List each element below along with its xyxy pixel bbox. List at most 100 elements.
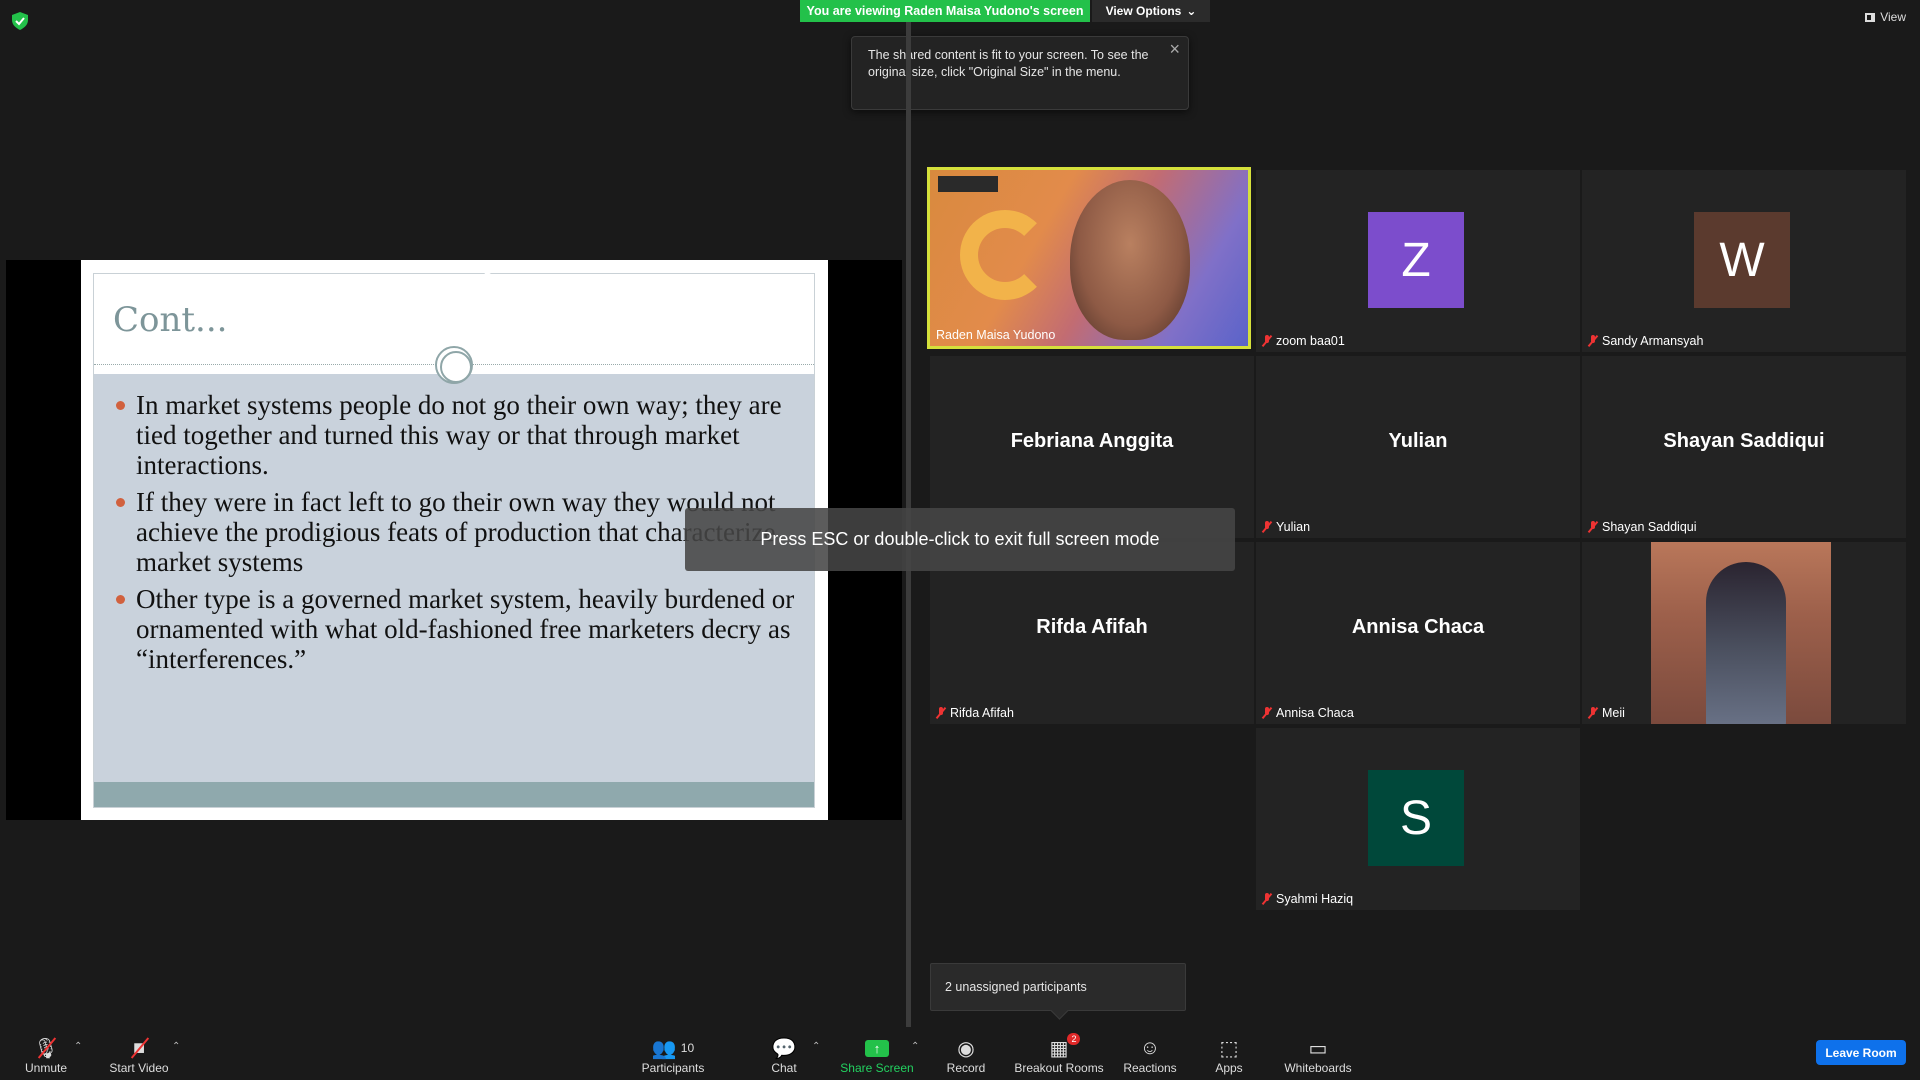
record-icon: ◉	[957, 1037, 975, 1060]
slide-footer-bar	[94, 782, 814, 807]
bullet-item: In market systems people do not go their…	[116, 390, 796, 480]
participant-name-label: Raden Maisa Yudono	[936, 328, 1055, 342]
share-screen-icon: ↑	[865, 1035, 889, 1061]
chat-label: Chat	[771, 1061, 797, 1075]
zoom-meeting-window: You are viewing Raden Maisa Yudono's scr…	[0, 0, 1920, 1080]
breakout-rooms-icon: ▦ 2	[1050, 1033, 1081, 1061]
breakout-badge: 2	[1067, 1033, 1081, 1045]
view-options-label: View Options	[1105, 4, 1182, 18]
share-screen-button[interactable]: ↑ Share Screen	[840, 1027, 914, 1080]
background-ring-graphic	[960, 210, 1050, 300]
mic-muted-icon	[1262, 707, 1272, 719]
whiteboards-button[interactable]: ▭ Whiteboards	[1282, 1027, 1354, 1080]
breakout-rooms-label: Breakout Rooms	[1014, 1061, 1104, 1075]
view-label: View	[1880, 10, 1906, 24]
share-screen-label: Share Screen	[840, 1061, 914, 1075]
participant-big-name: Febriana Anggita	[1010, 430, 1174, 452]
slide-circle-ornament	[435, 346, 473, 384]
video-camera-off-icon: ■	[133, 1035, 145, 1061]
mic-muted-icon	[1588, 707, 1598, 719]
record-label: Record	[946, 1061, 986, 1075]
mic-muted-icon	[1262, 893, 1272, 905]
participant-name-label: Rifda Afifah	[936, 706, 1014, 720]
slide-body: In market systems people do not go their…	[94, 374, 814, 782]
mic-muted-icon	[1262, 521, 1272, 533]
participant-name: Yulian	[1276, 520, 1311, 534]
participants-button[interactable]: 👥 10 Participants	[638, 1027, 708, 1080]
participant-name: Rifda Afifah	[950, 706, 1014, 720]
video-tile-shayan[interactable]: Shayan Saddiqui Shayan Saddiqui	[1582, 356, 1906, 538]
bullet-item: Other type is a governed market system, …	[116, 584, 796, 674]
logo-icon	[938, 176, 998, 192]
view-button[interactable]: View	[1865, 10, 1906, 24]
mic-muted-icon	[1588, 335, 1598, 347]
participant-name-label: Shayan Saddiqui	[1588, 520, 1697, 534]
participant-name: Sandy Armansyah	[1602, 334, 1704, 348]
participant-name-label: Yulian	[1262, 520, 1310, 534]
participant-name: Shayan Saddiqui	[1602, 520, 1697, 534]
share-banner: You are viewing Raden Maisa Yudono's scr…	[800, 0, 1090, 22]
video-tile-zoom-baa01[interactable]: Z zoom baa01	[1256, 170, 1580, 352]
video-tile-yulian[interactable]: Yulian Yulian	[1256, 356, 1580, 538]
apps-icon: ⬚	[1219, 1037, 1239, 1060]
security-shield-icon[interactable]	[12, 12, 28, 30]
participant-name-label: Sandy Armansyah	[1588, 334, 1703, 348]
start-video-button[interactable]: ■ Start Video	[104, 1027, 174, 1080]
participant-big-name: Shayan Saddiqui	[1663, 430, 1825, 452]
participant-big-name: Rifda Afifah	[1036, 616, 1148, 638]
participant-name: Annisa Chaca	[1276, 706, 1354, 720]
microphone-off-icon: 🎙	[33, 1035, 58, 1061]
reactions-button[interactable]: ☺ Reactions	[1123, 1027, 1177, 1080]
reactions-label: Reactions	[1123, 1061, 1177, 1075]
participant-face	[1070, 180, 1190, 340]
avatar: Z	[1368, 212, 1464, 308]
video-tile-syahmi[interactable]: S Syahmi Haziq	[1256, 728, 1580, 910]
chat-options-chevron-icon[interactable]: ⌃	[812, 1041, 820, 1052]
video-tile-meii[interactable]: Meii	[1582, 542, 1906, 724]
unmute-button[interactable]: 🎙 Unmute	[18, 1027, 74, 1080]
participant-video	[1651, 542, 1831, 724]
slide-title: Cont...	[113, 300, 228, 340]
participant-name-label: Meii	[1588, 706, 1625, 720]
video-tile-raden[interactable]: Raden Maisa Yudono	[927, 167, 1251, 349]
view-options-button[interactable]: View Options ⌄	[1092, 0, 1210, 22]
close-icon[interactable]: ×	[1169, 40, 1180, 58]
chevron-down-icon: ⌄	[1186, 4, 1197, 18]
start-video-label: Start Video	[109, 1061, 169, 1075]
avatar: S	[1368, 770, 1464, 866]
apps-button[interactable]: ⬚ Apps	[1212, 1027, 1246, 1080]
avatar: W	[1694, 212, 1790, 308]
participant-big-name: Annisa Chaca	[1351, 616, 1485, 638]
participant-name: zoom baa01	[1276, 334, 1345, 348]
breakout-rooms-button[interactable]: ▦ 2 Breakout Rooms	[1012, 1027, 1106, 1080]
chat-button[interactable]: 💬 Chat	[763, 1027, 805, 1080]
participant-name: Meii	[1602, 706, 1625, 720]
share-options-chevron-icon[interactable]: ⌃	[911, 1041, 919, 1052]
audio-options-chevron-icon[interactable]: ⌃	[74, 1041, 82, 1052]
whiteboards-label: Whiteboards	[1284, 1061, 1352, 1075]
video-tile-annisa[interactable]: Annisa Chaca Annisa Chaca	[1256, 542, 1580, 724]
participant-name-label: zoom baa01	[1262, 334, 1345, 348]
chat-icon: 💬	[771, 1037, 797, 1060]
participant-figure	[1706, 562, 1786, 724]
participant-name-label: Syahmi Haziq	[1262, 892, 1353, 906]
participant-big-name: Yulian	[1388, 430, 1448, 452]
mic-muted-icon	[1262, 335, 1272, 347]
participants-count: 10	[680, 1041, 695, 1055]
fit-screen-tooltip: The shared content is fit to your screen…	[851, 36, 1189, 110]
unassigned-participants-popup[interactable]: 2 unassigned participants	[930, 963, 1186, 1011]
participant-name-label: Annisa Chaca	[1262, 706, 1354, 720]
leave-room-button[interactable]: Leave Room	[1816, 1040, 1906, 1065]
whiteboard-icon: ▭	[1308, 1037, 1328, 1060]
record-button[interactable]: ◉ Record	[944, 1027, 988, 1080]
meeting-toolbar: 🎙 Unmute ⌃ ■ Start Video ⌃ 👥 10 Participa…	[0, 1027, 1920, 1080]
apps-label: Apps	[1215, 1061, 1243, 1075]
participants-label: Participants	[641, 1061, 705, 1075]
mic-muted-icon	[936, 707, 946, 719]
participants-icon: 👥 10	[651, 1037, 695, 1060]
video-tile-sandy[interactable]: W Sandy Armansyah	[1582, 170, 1906, 352]
participant-name: Syahmi Haziq	[1276, 892, 1354, 906]
participant-name: Raden Maisa Yudono	[936, 328, 1056, 342]
video-options-chevron-icon[interactable]: ⌃	[172, 1041, 180, 1052]
unmute-label: Unmute	[24, 1061, 68, 1075]
